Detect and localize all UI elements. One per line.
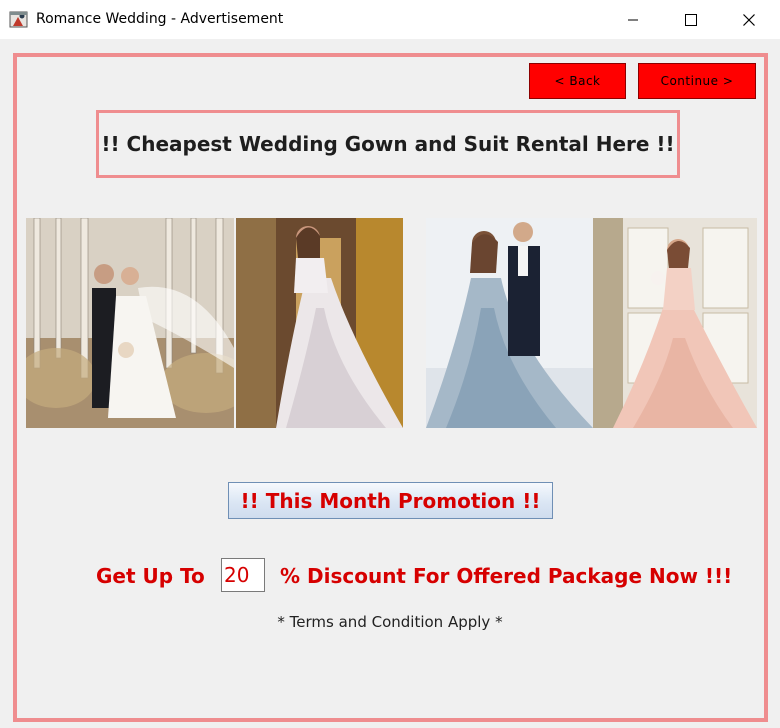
couple-forest-photo bbox=[26, 218, 234, 428]
headline-text: !! Cheapest Wedding Gown and Suit Rental… bbox=[101, 132, 675, 156]
maximize-icon bbox=[685, 13, 697, 26]
close-button[interactable] bbox=[720, 0, 778, 39]
discount-field[interactable] bbox=[221, 558, 265, 592]
close-icon bbox=[743, 13, 755, 26]
headline-box: !! Cheapest Wedding Gown and Suit Rental… bbox=[96, 110, 680, 178]
pink-gown-photo bbox=[593, 218, 757, 428]
terms-text: * Terms and Condition Apply * bbox=[277, 613, 503, 631]
promotion-label: !! This Month Promotion !! bbox=[240, 488, 541, 513]
back-button[interactable]: < Back bbox=[529, 63, 626, 99]
app-icon bbox=[9, 9, 29, 29]
lace-gown-photo bbox=[236, 218, 403, 428]
promotion-button[interactable]: !! This Month Promotion !! bbox=[228, 482, 553, 519]
title-bar: Romance Wedding - Advertisement bbox=[0, 0, 780, 39]
blue-gown-couple-photo bbox=[426, 218, 593, 428]
minimize-icon bbox=[628, 19, 638, 20]
maximize-button[interactable] bbox=[662, 0, 720, 39]
discount-prefix: Get Up To bbox=[96, 564, 205, 588]
minimize-button[interactable] bbox=[604, 0, 662, 39]
discount-suffix: % Discount For Offered Package Now !!! bbox=[280, 564, 733, 588]
window-title: Romance Wedding - Advertisement bbox=[36, 11, 284, 27]
continue-button[interactable]: Continue > bbox=[638, 63, 756, 99]
